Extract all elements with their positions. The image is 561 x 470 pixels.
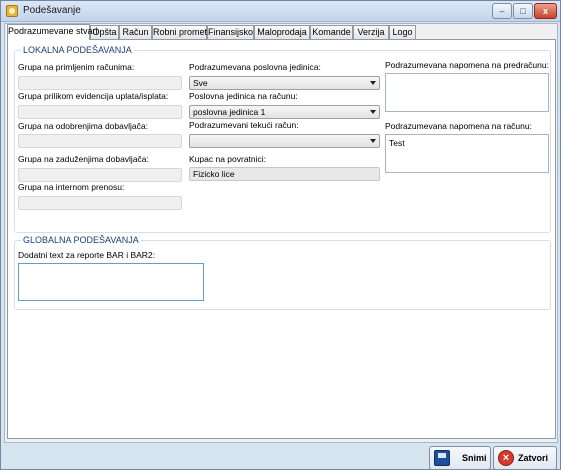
pj-racun-label: Poslovna jedinica na računu: (189, 91, 298, 101)
tab-robni-promet[interactable]: Robni promet (152, 25, 207, 39)
client-area: Podrazumevane stvari Opšta Račun Robni p… (4, 23, 558, 443)
tekuci-racun-label: Podrazumevani tekući račun: (189, 120, 299, 130)
global-settings-title: GLOBALNA PODEŠAVANJA (21, 235, 141, 245)
poslovna-jedinica-select[interactable]: Sve (189, 76, 380, 90)
window-title: Podešavanje (23, 5, 81, 16)
grupa-interni-label: Grupa na internom prenosu: (18, 182, 125, 192)
tab-strip: Podrazumevane stvari Opšta Račun Robni p… (7, 24, 557, 40)
save-button[interactable]: Snimi (429, 446, 491, 470)
kupac-field: Fizicko lice (189, 167, 380, 181)
grupa-interni-field[interactable] (18, 196, 182, 210)
save-button-label: Snimi (462, 453, 487, 463)
minimize-button[interactable]: – (492, 3, 512, 19)
close-icon: × (498, 450, 514, 466)
tab-logo[interactable]: Logo (389, 25, 416, 39)
napomena-racun-label: Podrazumevana napomena na računu: (385, 121, 532, 131)
grupa-primljeni-label: Grupa na primljenim računima: (18, 62, 135, 72)
tekuci-racun-select[interactable] (189, 134, 380, 148)
grupa-odobrenja-label: Grupa na odobrenjima dobavljača: (18, 121, 148, 131)
maximize-button[interactable]: □ (513, 3, 533, 19)
report-text-label: Dodatni text za reporte BAR i BAR2: (18, 250, 156, 260)
napomena-racun-textarea[interactable]: Test (385, 134, 549, 173)
chevron-down-icon (370, 139, 376, 143)
title-bar: Podešavanje – □ x (1, 1, 560, 22)
grupa-uplata-field[interactable] (18, 105, 182, 119)
napomena-predracun-label: Podrazumevana napomena na predračunu: (385, 60, 549, 70)
poslovna-jedinica-label: Podrazumevana poslovna jedinica: (189, 62, 321, 72)
local-settings-group: LOKALNA PODEŠAVANJA Grupa na primljenim … (14, 45, 551, 233)
tab-racun[interactable]: Račun (119, 25, 152, 39)
tab-verzija[interactable]: Verzija (353, 25, 389, 39)
kupac-label: Kupac na povratnici: (189, 154, 267, 164)
grupa-zaduzenja-field[interactable] (18, 168, 182, 182)
grupa-primljeni-field[interactable] (18, 76, 182, 90)
tab-podrazumevane[interactable]: Podrazumevane stvari (7, 24, 98, 40)
chevron-down-icon (370, 81, 376, 85)
tab-komande[interactable]: Komande (310, 25, 353, 39)
pj-racun-select[interactable]: poslovna jedinica 1 (189, 105, 380, 119)
grupa-uplata-label: Grupa prilikom evidencija uplata/isplata… (18, 91, 169, 101)
global-settings-group: GLOBALNA PODEŠAVANJA Dodatni text za rep… (14, 235, 551, 310)
tab-finansijsko[interactable]: Finansijsko (207, 25, 254, 39)
pj-racun-value: poslovna jedinica 1 (193, 107, 266, 117)
chevron-down-icon (370, 110, 376, 114)
close-button[interactable]: × Zatvori (493, 446, 557, 470)
close-window-button[interactable]: x (534, 3, 557, 19)
settings-window: Podešavanje – □ x Podrazumevane stvari O… (0, 0, 561, 470)
grupa-odobrenja-field[interactable] (18, 134, 182, 148)
floppy-disk-icon (434, 450, 450, 466)
close-button-label: Zatvori (518, 453, 549, 463)
tab-panel-podrazumevane: LOKALNA PODEŠAVANJA Grupa na primljenim … (7, 39, 556, 439)
napomena-predracun-textarea[interactable] (385, 73, 549, 112)
local-settings-title: LOKALNA PODEŠAVANJA (21, 45, 134, 55)
poslovna-jedinica-value: Sve (193, 78, 208, 88)
report-text-textarea[interactable] (18, 263, 204, 301)
grupa-zaduzenja-label: Grupa na zaduženjima dobavljača: (18, 154, 149, 164)
tab-maloprodaja[interactable]: Maloprodaja (254, 25, 310, 39)
app-icon (6, 5, 18, 17)
